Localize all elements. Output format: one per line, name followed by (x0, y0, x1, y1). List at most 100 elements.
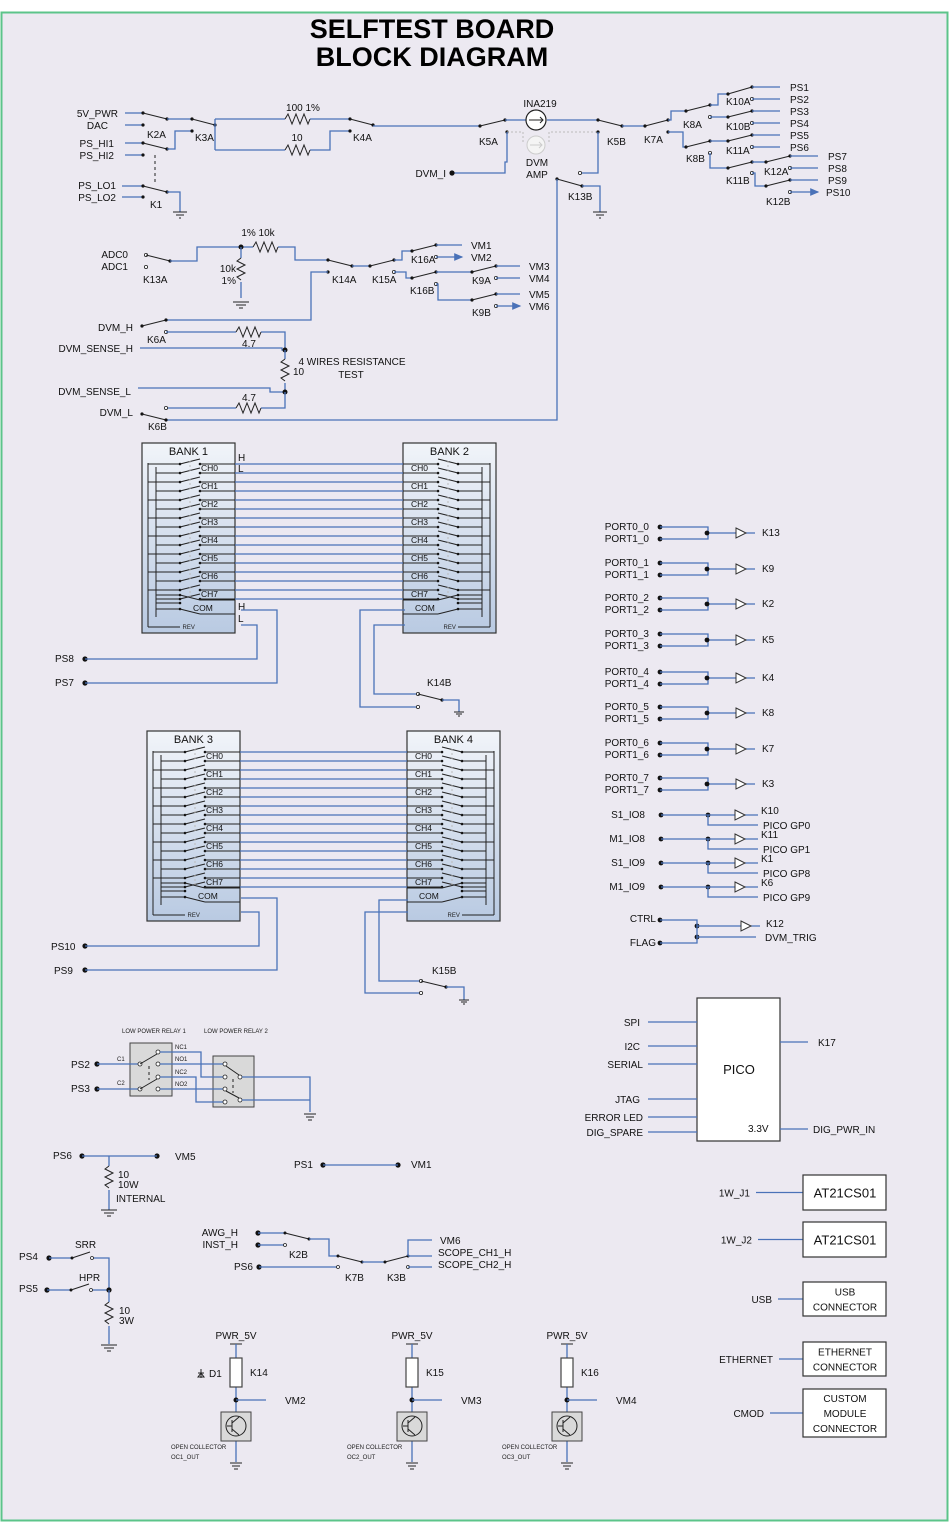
bank-2: BANK 2CH0 CH1 CH2 CH3 CH4 CH5 CH6 CH7 COM REV (402, 442, 497, 634)
peripheral-box-text: MODULE (824, 1409, 867, 1420)
relay-k3a: K3A (195, 133, 214, 144)
low-power-relay-1-label: LOW POWER RELAY 1 (122, 1029, 186, 1035)
port-label-a: PORT0_7 (605, 773, 650, 784)
label-ps8: PS8 (55, 654, 74, 665)
bank-1-ch3-label: CH3 (201, 517, 218, 527)
relay-k16a: K16A (411, 255, 436, 266)
output-vm6-scope: VM6 (440, 1236, 461, 1247)
port-relay-label: K2 (762, 599, 775, 610)
open-collector-label: OPEN COLLECTOR (502, 1445, 558, 1451)
relay-k1: K1 (150, 200, 163, 211)
label-ps2: PS2 (71, 1060, 90, 1071)
port-relay-label: K4 (762, 673, 775, 684)
bank-2-ch2-label: CH2 (411, 499, 428, 509)
label-5v-pwr: 5V_PWR (77, 109, 118, 120)
output-ps10: PS10 (826, 188, 851, 199)
relay-coil-label: K14 (250, 1368, 268, 1379)
bank-4-ch2-label: CH2 (415, 787, 432, 797)
bank-3-ch1-label: CH1 (206, 769, 223, 779)
peripheral-box-text: USB (835, 1288, 856, 1299)
pico-pin-spi: SPI (624, 1018, 640, 1029)
port-label-a: PORT0_0 (605, 522, 650, 533)
label-vm5-load: VM5 (175, 1152, 196, 1163)
bank-2-ch6-label: CH6 (411, 571, 428, 581)
relay-k11a: K11A (726, 146, 750, 157)
resistor-10-4wire: 10 (293, 367, 305, 378)
port-label-b: PORT1_3 (605, 641, 650, 652)
pwr-5v-label: PWR_5V (215, 1331, 256, 1342)
peripheral-box-text: CONNECTOR (813, 1363, 877, 1374)
bank-2-com-label: COM (415, 603, 435, 613)
port-label-a: PORT0_3 (605, 629, 650, 640)
vm6-output: VM6 (529, 302, 550, 313)
output-scope-ch1: SCOPE_CH1_H (438, 1248, 511, 1259)
bank-3-rev-label: REV (188, 913, 200, 919)
four-wire-label-1: 4 WIRES RESISTANCE (298, 357, 405, 368)
bank-2-rev-label: REV (444, 625, 456, 631)
relay-k5a: K5A (479, 137, 498, 148)
vm-output-label: VM3 (461, 1396, 482, 1407)
vm3-output: VM3 (529, 262, 550, 273)
peripheral-box-text: CONNECTOR (813, 1303, 877, 1314)
bank-3-title: BANK 3 (174, 734, 213, 746)
four-wire-label-2: TEST (338, 370, 364, 381)
label-awg-h: AWG_H (202, 1228, 238, 1239)
port-label-b: PORT1_4 (605, 679, 650, 690)
peripheral-signal-label: CMOD (733, 1409, 764, 1420)
load-internal-label: INTERNAL (116, 1194, 166, 1205)
output-ps9: PS9 (828, 176, 847, 187)
dvm-trig-label: DVM_TRIG (765, 933, 817, 944)
bank-3-com-label: COM (198, 891, 218, 901)
relay-k7b: K7B (345, 1273, 364, 1284)
port-label-a: PORT0_6 (605, 738, 650, 749)
relay-k8b: K8B (686, 154, 705, 165)
port-relay-label: K3 (762, 779, 775, 790)
low-power-relay-1 (129, 1042, 173, 1097)
port-relay-label: K8 (762, 708, 775, 719)
relay-k15a: K15A (372, 275, 397, 286)
relay-k12a: K12A (764, 167, 789, 178)
port-label-b: PORT1_0 (605, 534, 650, 545)
bank-3: BANK 3 CH0 CH1 CH2 CH3 CH4 CH5 CH6 CH7 COM REV (146, 730, 241, 922)
pico-label: PICO (723, 1062, 755, 1077)
vm-output-label: VM4 (616, 1396, 637, 1407)
relay-coil-icon (229, 1357, 243, 1388)
relay-k6a: K6A (147, 335, 166, 346)
relay-k2a: K2A (147, 130, 166, 141)
relay-k13b: K13B (568, 192, 593, 203)
bank-1-com-l-label: L (238, 614, 244, 625)
label-ps7: PS7 (55, 678, 74, 689)
output-ps6: PS6 (790, 143, 809, 154)
ctrl-label: CTRL (630, 914, 657, 925)
pin-c1: C1 (117, 1057, 125, 1063)
relay-k10b: K10B (726, 122, 751, 133)
bank-4-ch4-label: CH4 (415, 823, 432, 833)
load2-resistor-power: 3W (119, 1316, 135, 1327)
label-ps3: PS3 (71, 1084, 90, 1095)
output-ps2: PS2 (790, 95, 809, 106)
bank-3-ch0-label: CH0 (206, 751, 223, 761)
relay-coil-icon (405, 1357, 419, 1388)
bank-1-ch6-label: CH6 (201, 571, 218, 581)
peripheral-box-text: CONNECTOR (813, 1424, 877, 1435)
bank-1-ch1-label: CH1 (201, 481, 218, 491)
relay-k9a: K9A (472, 276, 491, 287)
dvm-amp-line2: AMP (526, 170, 548, 181)
title-line-2: BLOCK DIAGRAM (316, 42, 548, 72)
relay-k5b: K5B (607, 137, 626, 148)
port-relay-label: K7 (762, 744, 775, 755)
port-relay-label: K13 (762, 528, 780, 539)
relay-coil-icon (560, 1357, 574, 1388)
label-dvm-sense-h: DVM_SENSE_H (59, 344, 133, 355)
port-label-a: PORT0_2 (605, 593, 650, 604)
io-relay-label: K11 (761, 830, 778, 841)
bank-1-l-label: L (238, 464, 244, 475)
vm4-output: VM4 (529, 274, 550, 285)
relay-k3b: K3B (387, 1273, 406, 1284)
peripheral-signal-label: USB (751, 1295, 772, 1306)
pwr-5v-label: PWR_5V (391, 1331, 432, 1342)
relay-k2b: K2B (289, 1250, 308, 1261)
relay-k13a: K13A (143, 275, 168, 286)
label-ps4: PS4 (19, 1252, 38, 1263)
bank-1-com-h-label: H (238, 602, 245, 613)
